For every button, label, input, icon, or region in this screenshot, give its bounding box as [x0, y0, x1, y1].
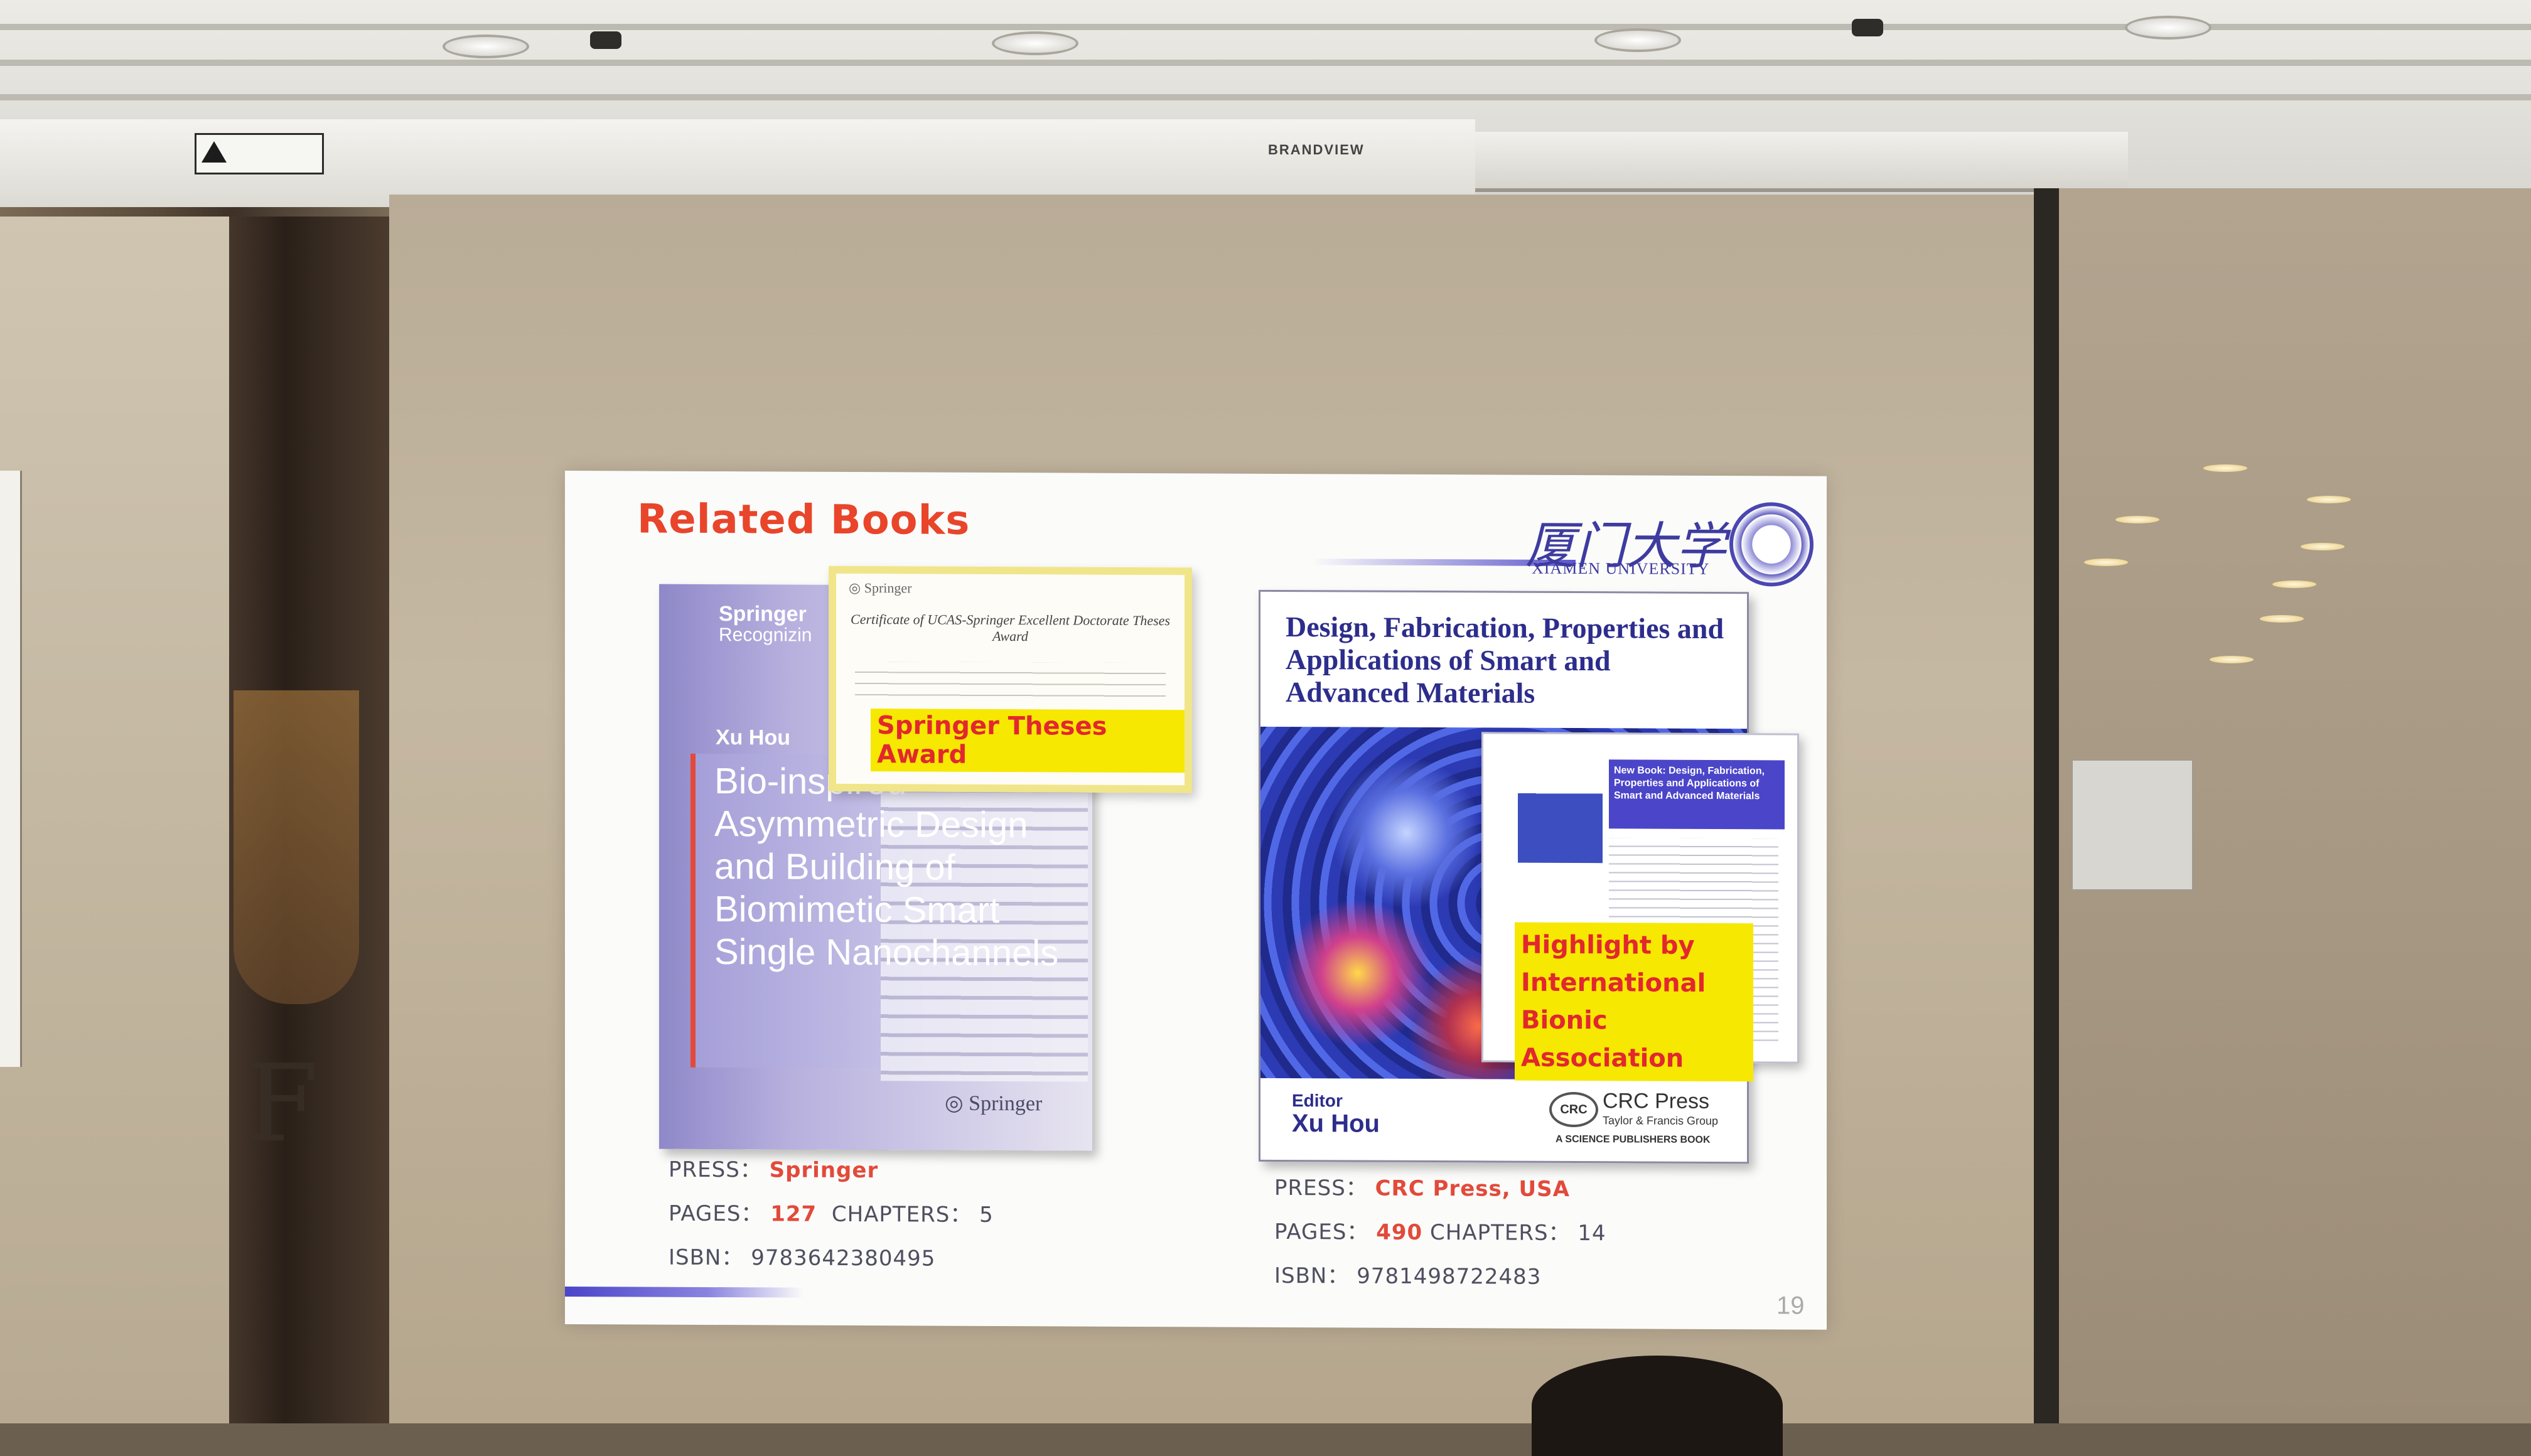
certificate-title: Certificate of UCAS-Springer Excellent D…	[851, 611, 1170, 645]
chapters-label: CHAPTERS：	[1430, 1220, 1571, 1246]
wall-notice	[2072, 759, 2193, 891]
isbn-label: ISBN：	[1274, 1263, 1350, 1289]
screen-brand-label: BRANDVIEW	[1268, 142, 1365, 158]
wall-reflection-light	[2210, 656, 2254, 663]
wall-reflection-light	[2084, 559, 2128, 566]
book-title: Design, Fabrication, Properties and Appl…	[1286, 611, 1724, 709]
crc-logo-icon: CRC	[1549, 1091, 1598, 1128]
publisher-name: Springer	[969, 1091, 1043, 1116]
wall-reflection-light	[2203, 464, 2247, 472]
editor-name: Xu Hou	[1292, 1110, 1380, 1138]
chapters-label: CHAPTERS：	[831, 1201, 972, 1228]
book-title-panel: Bio-inspired Asymmetric Design and Build…	[691, 753, 1088, 1082]
university-seal-icon	[1729, 502, 1814, 587]
ceiling-light	[992, 31, 1078, 55]
pages-label: PAGES：	[669, 1201, 763, 1227]
certificate-logo-text: Springer	[864, 580, 912, 596]
pages-value: 127	[770, 1201, 817, 1227]
left-slide-edge	[0, 471, 22, 1067]
book2-pages: PAGES： 490 CHAPTERS： 14	[1274, 1214, 1606, 1246]
press-label: PRESS：	[1274, 1175, 1368, 1201]
ceiling-sprinkler	[1852, 19, 1883, 36]
wall-reflection-light	[2307, 496, 2351, 503]
warning-sign	[195, 133, 324, 174]
ceiling-strip	[0, 94, 2531, 100]
bottom-rule	[565, 1287, 803, 1298]
highlight-label: Highlight by International Bionic Associ…	[1515, 922, 1753, 1082]
book2-press: PRESS： CRC Press, USA	[1274, 1170, 1570, 1202]
wall-reflection-light	[2272, 581, 2316, 588]
crc-press-group: Taylor & Francis Group	[1603, 1114, 1719, 1128]
wall-reflection-light	[2115, 516, 2159, 523]
book1-press: PRESS： Springer	[669, 1152, 878, 1184]
left-screen	[0, 217, 229, 1423]
series-subtitle: Recognizin	[719, 624, 812, 646]
pages-label: PAGES：	[1274, 1219, 1369, 1245]
book1-isbn: ISBN： 9783642380495	[669, 1240, 935, 1272]
press-value: Springer	[769, 1157, 879, 1184]
chapters-value: 5	[979, 1202, 994, 1228]
chapters-value: 14	[1577, 1221, 1606, 1246]
highlight-flyer: New Book: Design, Fabrication, Propertie…	[1481, 732, 1799, 1082]
projector-screen-housing-right	[1475, 132, 2128, 192]
certificate-body	[855, 661, 1166, 701]
book2-isbn: ISBN： 9781498722483	[1274, 1258, 1541, 1290]
press-label: PRESS：	[669, 1157, 762, 1183]
ceiling-light	[2125, 16, 2211, 40]
isbn-label: ISBN：	[669, 1245, 744, 1271]
logo-english-name: XIAMEN UNIVERSITY	[1532, 559, 1710, 578]
wall-reflection-light	[2260, 615, 2304, 623]
book-author: Xu Hou	[716, 725, 790, 750]
publisher-mark: ◎ Springer	[945, 1091, 1043, 1116]
book-series: Springer Recognizin	[719, 602, 812, 646]
ceiling-strip	[0, 60, 2531, 66]
screen-frame	[2034, 188, 2059, 1423]
warning-icon	[202, 141, 227, 163]
slide-title: Related Books	[637, 496, 970, 544]
certificate-logo: ◎ Springer	[849, 579, 912, 596]
ceiling-light	[443, 35, 529, 58]
isbn-value: 9781498722483	[1357, 1263, 1542, 1290]
pages-value: 490	[1376, 1219, 1423, 1245]
university-crest	[234, 690, 359, 1004]
book-title: Bio-inspired Asymmetric Design and Build…	[714, 761, 1059, 974]
slide: Related Books 厦门大学 XIAMEN UNIVERSITY Spr…	[565, 471, 1827, 1330]
crc-press-tagline: A SCIENCE PUBLISHERS BOOK	[1556, 1133, 1711, 1145]
ceiling-light	[1594, 28, 1681, 52]
page-number: 19	[1776, 1292, 1805, 1320]
flyer-book-thumbnail	[1518, 756, 1603, 864]
crc-press-name: CRC Press	[1603, 1089, 1710, 1113]
award-certificate: ◎ Springer Certificate of UCAS-Springer …	[829, 565, 1192, 793]
book1-pages: PAGES： 127 CHAPTERS： 5	[669, 1196, 994, 1228]
series-name: Springer	[719, 602, 807, 626]
wall-reflection-light	[2301, 543, 2345, 550]
flyer-header: New Book: Design, Fabrication, Propertie…	[1609, 759, 1785, 830]
editor-label: Editor	[1292, 1091, 1343, 1111]
press-value: CRC Press, USA	[1375, 1175, 1570, 1202]
ceiling-sprinkler	[590, 31, 621, 49]
award-highlight: Springer Theses Award	[871, 709, 1185, 773]
audience-head	[1532, 1356, 1783, 1456]
isbn-value: 9783642380495	[751, 1245, 936, 1271]
